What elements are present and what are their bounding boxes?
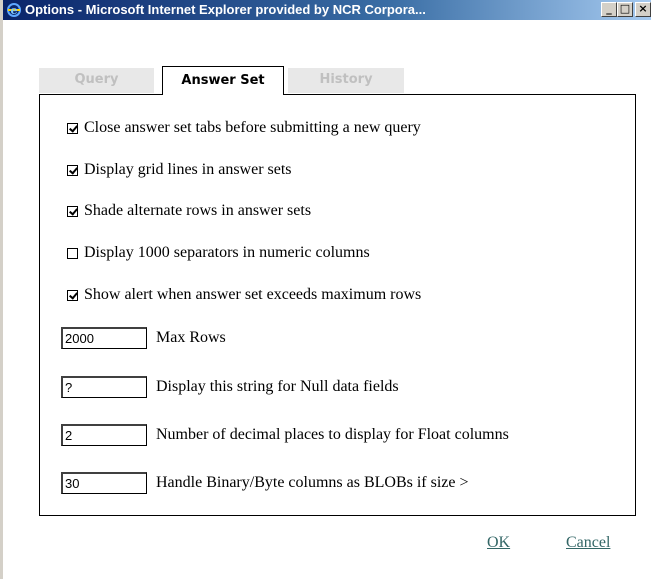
null-string-input[interactable]: ? xyxy=(61,376,147,398)
cancel-link[interactable]: Cancel xyxy=(566,534,610,552)
option-thousand-separators[interactable]: Display 1000 separators in numeric colum… xyxy=(67,243,370,263)
grid-lines-checkbox[interactable] xyxy=(67,164,78,176)
max-rows-alert-checkbox[interactable] xyxy=(67,289,78,301)
grid-lines-label: Display grid lines in answer sets xyxy=(84,161,292,178)
internet-explorer-icon: e xyxy=(7,3,21,17)
minimize-button[interactable]: _ xyxy=(601,2,617,17)
blob-size-row: 30 Handle Binary/Byte columns as BLOBs i… xyxy=(61,471,469,495)
max-rows-row: 2000 Max Rows xyxy=(61,326,226,350)
thousand-separators-checkbox[interactable] xyxy=(67,247,78,259)
ok-link[interactable]: OK xyxy=(487,534,510,552)
close-tabs-checkbox[interactable] xyxy=(67,122,78,134)
maximize-button[interactable]: □ xyxy=(617,2,633,17)
shade-rows-label: Shade alternate rows in answer sets xyxy=(84,202,312,219)
null-string-label: Display this string for Null data fields xyxy=(156,378,399,395)
tab-history[interactable]: History xyxy=(288,68,404,93)
svg-text:e: e xyxy=(11,4,18,17)
options-window: e Options - Microsoft Internet Explorer … xyxy=(0,0,651,579)
option-grid-lines[interactable]: Display grid lines in answer sets xyxy=(67,160,292,180)
option-close-tabs[interactable]: Close answer set tabs before submitting … xyxy=(67,118,421,138)
null-string-row: ? Display this string for Null data fiel… xyxy=(61,375,399,399)
decimal-places-row: 2 Number of decimal places to display fo… xyxy=(61,423,509,447)
answer-set-panel xyxy=(39,94,636,516)
max-rows-input[interactable]: 2000 xyxy=(61,327,147,349)
thousand-separators-label: Display 1000 separators in numeric colum… xyxy=(84,244,370,261)
close-tabs-label: Close answer set tabs before submitting … xyxy=(84,119,421,136)
shade-rows-checkbox[interactable] xyxy=(67,205,78,217)
max-rows-label: Max Rows xyxy=(156,329,226,346)
tab-query[interactable]: Query xyxy=(39,68,154,93)
blob-size-label: Handle Binary/Byte columns as BLOBs if s… xyxy=(156,474,469,491)
close-button[interactable]: × xyxy=(635,2,651,17)
close-icon: × xyxy=(638,2,648,15)
decimal-places-label: Number of decimal places to display for … xyxy=(156,426,509,443)
blob-size-input[interactable]: 30 xyxy=(61,472,147,494)
decimal-places-input[interactable]: 2 xyxy=(61,424,147,446)
minimize-icon: _ xyxy=(606,2,612,15)
tab-answer-set[interactable]: Answer Set xyxy=(162,66,284,95)
title-bar[interactable]: e Options - Microsoft Internet Explorer … xyxy=(3,0,651,20)
option-shade-rows[interactable]: Shade alternate rows in answer sets xyxy=(67,201,311,221)
max-rows-alert-label: Show alert when answer set exceeds maxim… xyxy=(84,286,422,303)
option-max-rows-alert[interactable]: Show alert when answer set exceeds maxim… xyxy=(67,285,421,305)
window-title: Options - Microsoft Internet Explorer pr… xyxy=(25,2,426,17)
maximize-icon: □ xyxy=(619,2,631,15)
